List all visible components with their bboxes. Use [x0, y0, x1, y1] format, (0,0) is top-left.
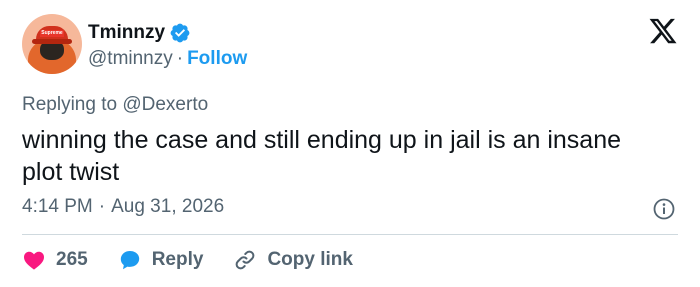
tweet-actions: 265 Reply Copy link	[22, 246, 383, 274]
like-count: 265	[56, 249, 88, 270]
author-name-line: Tminnzy	[88, 22, 191, 44]
reply-button[interactable]: Reply	[118, 248, 204, 272]
tweet-header: Supreme Tminnzy @tminnzy · Follow	[22, 14, 682, 84]
copy-link-button[interactable]: Copy link	[233, 248, 353, 272]
verified-badge-icon	[170, 23, 190, 43]
divider	[22, 234, 678, 235]
copy-link-label: Copy link	[267, 249, 353, 270]
heart-icon	[24, 251, 44, 270]
avatar-cap-logo: Supreme	[40, 30, 64, 37]
link-icon	[236, 250, 255, 270]
x-logo-icon[interactable]	[648, 16, 678, 46]
avatar[interactable]: Supreme	[22, 14, 82, 74]
reply-label: Reply	[151, 249, 204, 270]
info-icon[interactable]	[652, 197, 676, 221]
like-button[interactable]: 265	[22, 248, 88, 272]
replying-to-label: Replying to	[22, 94, 118, 115]
replying-to-mention[interactable]: @Dexerto	[122, 94, 208, 115]
timestamp-separator: ·	[98, 196, 106, 217]
author-handle-line: @tminnzy · Follow	[88, 48, 247, 70]
author-name[interactable]: Tminnzy	[88, 22, 165, 44]
author-handle[interactable]: @tminnzy	[88, 48, 173, 70]
tweet-timestamp[interactable]: 4:14 PM · Aug 31, 2026	[22, 196, 224, 218]
reply-bubble-icon	[120, 251, 139, 270]
tweet-text: winning the case and still ending up in …	[22, 126, 621, 186]
tweet-date: Aug 31, 2026	[111, 196, 225, 217]
replying-to: Replying to @Dexerto	[22, 94, 208, 116]
handle-separator: ·	[176, 48, 184, 69]
tweet-time: 4:14 PM	[22, 196, 93, 217]
follow-button[interactable]: Follow	[187, 48, 247, 70]
